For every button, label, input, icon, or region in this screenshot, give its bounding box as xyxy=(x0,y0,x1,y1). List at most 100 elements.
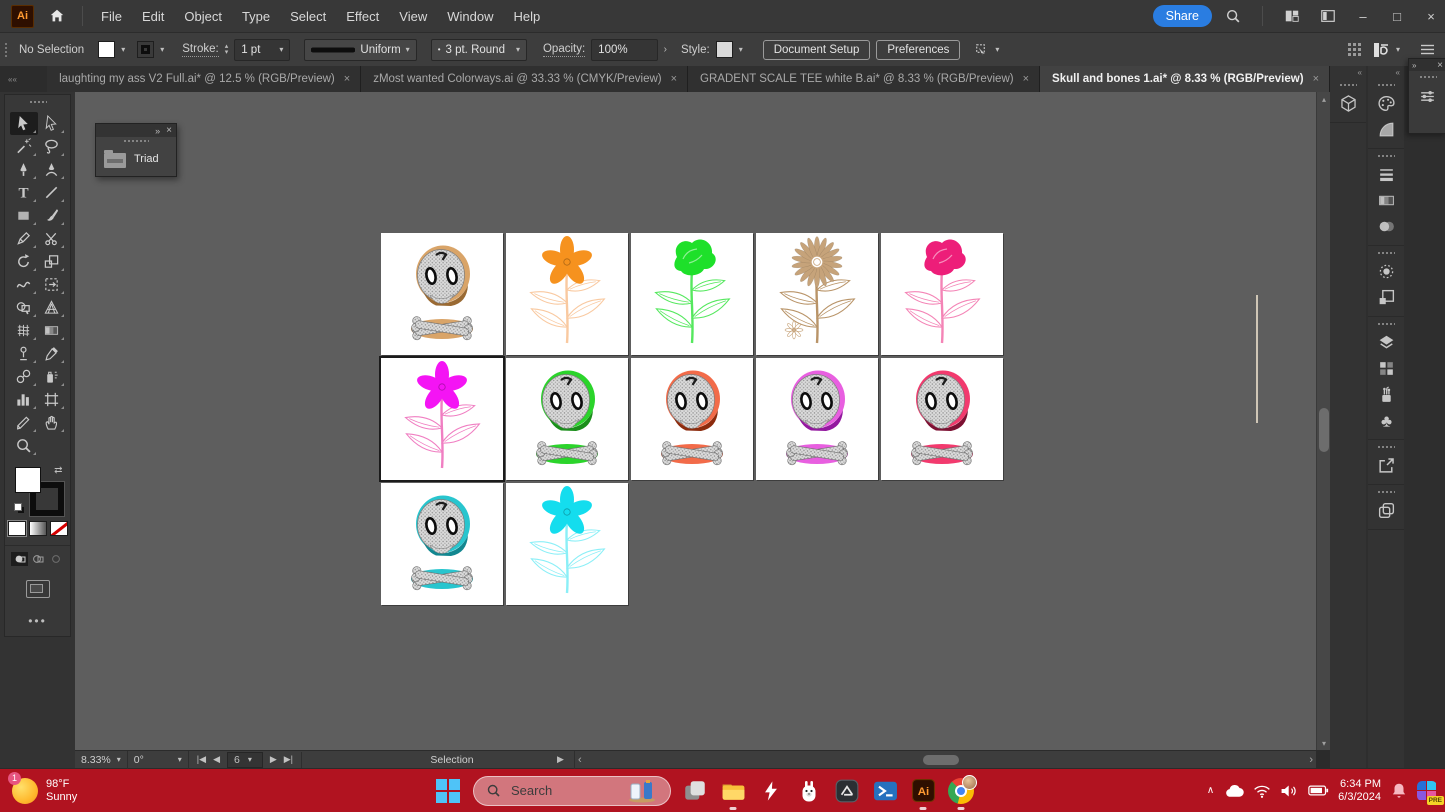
close-button[interactable]: × xyxy=(1417,1,1445,31)
menu-window[interactable]: Window xyxy=(437,0,503,32)
shape-builder-tool[interactable] xyxy=(10,296,38,319)
magic-wand-tool[interactable] xyxy=(10,135,38,158)
line-segment-tool[interactable] xyxy=(38,181,66,204)
document-tab-1[interactable]: laughting my ass V2 Full.ai* @ 12.5 % (R… xyxy=(47,66,361,92)
panel-3d-materials-icon[interactable] xyxy=(1330,90,1366,116)
selection-tool[interactable] xyxy=(10,112,38,135)
screen-mode-button[interactable] xyxy=(26,580,50,598)
taskbar-app-file-explorer[interactable] xyxy=(714,771,752,811)
edit-toolbar-ellipsis[interactable]: ••• xyxy=(5,614,70,628)
swap-fill-stroke-icon[interactable]: ⇄ xyxy=(54,465,62,476)
draw-inside-mode[interactable] xyxy=(47,552,64,566)
scroll-up-arrow[interactable]: ▴ xyxy=(1317,92,1331,106)
taskbar-search-box[interactable] xyxy=(473,776,671,806)
opacity-field[interactable]: 100% xyxy=(591,39,657,61)
panel-color-icon[interactable] xyxy=(1368,90,1404,116)
taskbar-app-powershell[interactable] xyxy=(866,771,904,811)
zoom-level-dropdown[interactable]: 8.33%▾ xyxy=(75,751,128,769)
artboard-9-skull[interactable] xyxy=(756,358,878,480)
next-artboard-button[interactable]: ▶ xyxy=(270,754,277,765)
artboard-3-flower-rose[interactable] xyxy=(631,233,753,355)
vertical-scroll-thumb[interactable] xyxy=(1319,408,1329,452)
arrange-documents-icon[interactable] xyxy=(1277,3,1307,29)
tabbar-collapse-icon[interactable]: «« xyxy=(8,75,17,84)
taskbar-app-ollama[interactable] xyxy=(790,771,828,811)
mesh-tool[interactable] xyxy=(10,319,38,342)
vertical-scrollbar[interactable]: ▴ ▾ xyxy=(1316,92,1331,750)
panel-color-guide-icon[interactable] xyxy=(1368,116,1404,142)
panel-asset-export-icon[interactable] xyxy=(1368,355,1404,381)
tray-chevron-icon[interactable]: ∧ xyxy=(1207,785,1214,796)
brush-definition-dropdown[interactable]: • 3 pt. Round▾ xyxy=(431,39,527,61)
isolate-chevron-icon[interactable]: ▾ xyxy=(995,46,999,54)
direct-selection-tool[interactable] xyxy=(38,112,66,135)
curvature-tool[interactable] xyxy=(38,158,66,181)
artboard-11-skull[interactable] xyxy=(381,483,503,605)
style-chevron-icon[interactable]: ▾ xyxy=(739,46,743,54)
none-button[interactable] xyxy=(50,521,68,536)
scroll-left-arrow[interactable]: ‹ xyxy=(578,751,582,769)
stroke-weight-field[interactable]: 1 pt▾ xyxy=(234,39,290,61)
workspace-switcher-icon[interactable] xyxy=(1372,41,1390,59)
menu-select[interactable]: Select xyxy=(280,0,336,32)
hand-tool[interactable] xyxy=(38,411,66,434)
panel-layers-icon[interactable] xyxy=(1368,329,1404,355)
preferences-button[interactable]: Preferences xyxy=(876,40,960,60)
weather-widget[interactable]: 1 98°F Sunny xyxy=(12,778,77,804)
minimize-button[interactable]: – xyxy=(1349,1,1377,31)
free-transform-tool[interactable] xyxy=(38,273,66,296)
panel-transparency-icon[interactable] xyxy=(1368,213,1404,239)
gradient-button[interactable] xyxy=(29,521,47,536)
panel-symbols-icon[interactable]: ♣ xyxy=(1368,407,1404,433)
width-tool[interactable] xyxy=(10,273,38,296)
puppet-warp-tool[interactable] xyxy=(10,342,38,365)
taskbar-app-task-view[interactable] xyxy=(676,771,714,811)
tab-close-icon[interactable]: × xyxy=(1023,73,1029,85)
taskbar-app-code-app[interactable] xyxy=(828,771,866,811)
panel-menu-icon[interactable] xyxy=(1420,43,1435,56)
properties-panel-icon[interactable] xyxy=(1409,83,1445,109)
artboard-10-skull[interactable] xyxy=(881,358,1003,480)
stroke-chevron-icon[interactable]: ▾ xyxy=(160,46,164,54)
draw-normal-mode[interactable] xyxy=(11,552,28,566)
opacity-arrow[interactable]: › xyxy=(664,44,667,55)
maximize-button[interactable]: □ xyxy=(1383,1,1411,31)
stroke-swatch[interactable] xyxy=(137,41,154,58)
fill-chevron-icon[interactable]: ▾ xyxy=(121,46,125,54)
symbol-sprayer-tool[interactable] xyxy=(38,365,66,388)
gradient-tool[interactable] xyxy=(38,319,66,342)
default-fill-stroke-icon[interactable] xyxy=(14,503,24,513)
variable-width-dropdown[interactable]: Uniform▾ xyxy=(304,39,416,61)
clock-widget[interactable]: 6:34 PM 6/3/2024 xyxy=(1338,778,1381,804)
rectangle-tool[interactable] xyxy=(10,204,38,227)
fill-color-box[interactable] xyxy=(15,467,41,493)
stroke-label[interactable]: Stroke: xyxy=(182,43,218,57)
shaper-tool[interactable] xyxy=(10,227,38,250)
previous-artboard-button[interactable]: ◀ xyxy=(213,754,220,765)
menu-object[interactable]: Object xyxy=(174,0,232,32)
menu-view[interactable]: View xyxy=(389,0,437,32)
share-button[interactable]: Share xyxy=(1153,5,1212,27)
document-setup-button[interactable]: Document Setup xyxy=(763,40,871,60)
artboard-number-dropdown[interactable]: 6▾ xyxy=(227,752,263,768)
stroke-stepper[interactable]: ▴▾ xyxy=(225,44,229,56)
panel-brushes-icon[interactable] xyxy=(1368,381,1404,407)
zoom-tool[interactable] xyxy=(10,434,38,457)
scroll-right-arrow[interactable]: › xyxy=(1309,751,1313,769)
opacity-label[interactable]: Opacity: xyxy=(543,43,585,57)
triad-item-label[interactable]: Triad xyxy=(134,153,159,165)
volume-icon[interactable] xyxy=(1280,783,1299,799)
horizontal-scrollbar[interactable]: ‹ › xyxy=(574,751,1316,769)
tab-close-icon[interactable]: × xyxy=(344,73,350,85)
panel-artboards-icon[interactable] xyxy=(1368,284,1404,310)
artboard-2-flower-star[interactable] xyxy=(506,233,628,355)
menu-type[interactable]: Type xyxy=(232,0,280,32)
taskbar-app-lightning-app[interactable] xyxy=(752,771,790,811)
copilot-button[interactable]: PRE xyxy=(1417,781,1437,801)
home-icon[interactable] xyxy=(40,0,74,32)
artboard-12-flower-star[interactable] xyxy=(506,483,628,605)
rotation-dropdown[interactable]: 0°▾ xyxy=(128,751,189,769)
tab-close-icon[interactable]: × xyxy=(1313,73,1319,85)
workspace-layout-icon[interactable] xyxy=(1313,3,1343,29)
triad-close-icon[interactable]: × xyxy=(166,125,172,136)
